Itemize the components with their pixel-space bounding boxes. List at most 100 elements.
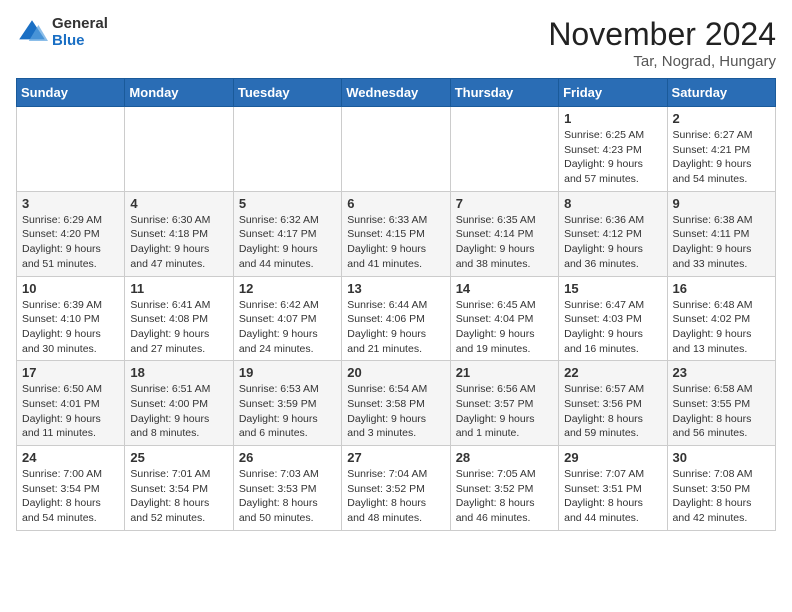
location: Tar, Nograd, Hungary [548,53,776,70]
calendar-cell [17,107,125,192]
calendar-cell: 20 Sunrise: 6:54 AM Sunset: 3:58 PM Dayli… [342,361,450,446]
day-info: Sunrise: 6:32 AM Sunset: 4:17 PM Dayligh… [239,213,336,272]
day-number: 8 [564,196,661,211]
title-block: November 2024 Tar, Nograd, Hungary [548,16,776,70]
day-info: Sunrise: 6:42 AM Sunset: 4:07 PM Dayligh… [239,298,336,357]
day-info: Sunrise: 6:44 AM Sunset: 4:06 PM Dayligh… [347,298,444,357]
weekday-header: Tuesday [233,79,341,107]
day-number: 9 [673,196,770,211]
calendar-cell: 13 Sunrise: 6:44 AM Sunset: 4:06 PM Dayli… [342,276,450,361]
day-info: Sunrise: 6:51 AM Sunset: 4:00 PM Dayligh… [130,382,227,441]
calendar-cell: 9 Sunrise: 6:38 AM Sunset: 4:11 PM Daylig… [667,191,775,276]
day-info: Sunrise: 6:27 AM Sunset: 4:21 PM Dayligh… [673,128,770,187]
day-info: Sunrise: 7:04 AM Sunset: 3:52 PM Dayligh… [347,467,444,526]
calendar-week-row: 24Sunrise: 7:00 AM Sunset: 3:54 PM Dayli… [17,446,776,531]
day-number: 16 [673,281,770,296]
calendar-week-row: 10 Sunrise: 6:39 AM Sunset: 4:10 PM Dayli… [17,276,776,361]
day-number: 18 [130,365,227,380]
day-info: Sunrise: 6:57 AM Sunset: 3:56 PM Dayligh… [564,382,661,441]
day-number: 1 [564,111,661,126]
weekday-header: Thursday [450,79,558,107]
day-number: 26 [239,450,336,465]
day-number: 12 [239,281,336,296]
logo-text: General Blue [52,16,108,49]
weekday-header: Saturday [667,79,775,107]
day-number: 2 [673,111,770,126]
day-info: Sunrise: 6:53 AM Sunset: 3:59 PM Dayligh… [239,382,336,441]
day-number: 27 [347,450,444,465]
day-info: Sunrise: 6:54 AM Sunset: 3:58 PM Dayligh… [347,382,444,441]
day-number: 14 [456,281,553,296]
calendar-cell: 12 Sunrise: 6:42 AM Sunset: 4:07 PM Dayli… [233,276,341,361]
day-info: Sunrise: 7:01 AM Sunset: 3:54 PM Dayligh… [130,467,227,526]
day-number: 5 [239,196,336,211]
day-info: Sunrise: 6:30 AM Sunset: 4:18 PM Dayligh… [130,213,227,272]
day-info: Sunrise: 6:56 AM Sunset: 3:57 PM Dayligh… [456,382,553,441]
calendar-cell [450,107,558,192]
calendar-cell: 28 Sunrise: 7:05 AM Sunset: 3:52 PM Dayli… [450,446,558,531]
day-info: Sunrise: 6:35 AM Sunset: 4:14 PM Dayligh… [456,213,553,272]
month-title: November 2024 [548,16,776,53]
calendar-cell: 27 Sunrise: 7:04 AM Sunset: 3:52 PM Dayli… [342,446,450,531]
calendar-cell [125,107,233,192]
day-number: 28 [456,450,553,465]
calendar-cell: 19Sunrise: 6:53 AM Sunset: 3:59 PM Dayli… [233,361,341,446]
day-number: 17 [22,365,119,380]
day-info: Sunrise: 6:33 AM Sunset: 4:15 PM Dayligh… [347,213,444,272]
day-number: 11 [130,281,227,296]
calendar-cell: 7 Sunrise: 6:35 AM Sunset: 4:14 PM Daylig… [450,191,558,276]
page-header: General Blue November 2024 Tar, Nograd, … [16,16,776,70]
day-number: 29 [564,450,661,465]
calendar-cell: 24Sunrise: 7:00 AM Sunset: 3:54 PM Dayli… [17,446,125,531]
logo-general: General [52,16,108,33]
day-info: Sunrise: 6:25 AM Sunset: 4:23 PM Dayligh… [564,128,661,187]
calendar-cell: 29 Sunrise: 7:07 AM Sunset: 3:51 PM Dayli… [559,446,667,531]
weekday-header: Sunday [17,79,125,107]
weekday-header-row: SundayMondayTuesdayWednesdayThursdayFrid… [17,79,776,107]
calendar-cell: 5 Sunrise: 6:32 AM Sunset: 4:17 PM Daylig… [233,191,341,276]
day-number: 25 [130,450,227,465]
calendar-cell: 6 Sunrise: 6:33 AM Sunset: 4:15 PM Daylig… [342,191,450,276]
calendar-cell: 22 Sunrise: 6:57 AM Sunset: 3:56 PM Dayli… [559,361,667,446]
calendar-cell: 2 Sunrise: 6:27 AM Sunset: 4:21 PM Daylig… [667,107,775,192]
day-info: Sunrise: 6:48 AM Sunset: 4:02 PM Dayligh… [673,298,770,357]
day-number: 4 [130,196,227,211]
calendar-cell: 18 Sunrise: 6:51 AM Sunset: 4:00 PM Dayli… [125,361,233,446]
logo-blue: Blue [52,33,108,50]
calendar-cell: 15Sunrise: 6:47 AM Sunset: 4:03 PM Dayli… [559,276,667,361]
day-number: 15 [564,281,661,296]
weekday-header: Wednesday [342,79,450,107]
day-info: Sunrise: 6:50 AM Sunset: 4:01 PM Dayligh… [22,382,119,441]
day-info: Sunrise: 7:00 AM Sunset: 3:54 PM Dayligh… [22,467,119,526]
calendar-cell: 14Sunrise: 6:45 AM Sunset: 4:04 PM Dayli… [450,276,558,361]
day-info: Sunrise: 7:08 AM Sunset: 3:50 PM Dayligh… [673,467,770,526]
day-number: 10 [22,281,119,296]
day-number: 22 [564,365,661,380]
day-info: Sunrise: 6:39 AM Sunset: 4:10 PM Dayligh… [22,298,119,357]
day-number: 6 [347,196,444,211]
day-number: 30 [673,450,770,465]
day-number: 3 [22,196,119,211]
day-number: 21 [456,365,553,380]
calendar-week-row: 1 Sunrise: 6:25 AM Sunset: 4:23 PM Daylig… [17,107,776,192]
calendar-cell: 8 Sunrise: 6:36 AM Sunset: 4:12 PM Daylig… [559,191,667,276]
day-number: 20 [347,365,444,380]
day-info: Sunrise: 6:36 AM Sunset: 4:12 PM Dayligh… [564,213,661,272]
day-number: 13 [347,281,444,296]
day-info: Sunrise: 6:41 AM Sunset: 4:08 PM Dayligh… [130,298,227,357]
calendar-cell: 4 Sunrise: 6:30 AM Sunset: 4:18 PM Daylig… [125,191,233,276]
calendar-cell: 30 Sunrise: 7:08 AM Sunset: 3:50 PM Dayli… [667,446,775,531]
day-info: Sunrise: 6:38 AM Sunset: 4:11 PM Dayligh… [673,213,770,272]
day-number: 7 [456,196,553,211]
calendar-cell: 1 Sunrise: 6:25 AM Sunset: 4:23 PM Daylig… [559,107,667,192]
calendar-cell: 16 Sunrise: 6:48 AM Sunset: 4:02 PM Dayli… [667,276,775,361]
calendar-cell: 21 Sunrise: 6:56 AM Sunset: 3:57 PM Dayli… [450,361,558,446]
calendar-cell: 23Sunrise: 6:58 AM Sunset: 3:55 PM Dayli… [667,361,775,446]
day-info: Sunrise: 7:07 AM Sunset: 3:51 PM Dayligh… [564,467,661,526]
day-info: Sunrise: 7:05 AM Sunset: 3:52 PM Dayligh… [456,467,553,526]
weekday-header: Friday [559,79,667,107]
calendar-week-row: 17 Sunrise: 6:50 AM Sunset: 4:01 PM Dayli… [17,361,776,446]
day-info: Sunrise: 6:29 AM Sunset: 4:20 PM Dayligh… [22,213,119,272]
calendar-cell: 10 Sunrise: 6:39 AM Sunset: 4:10 PM Dayli… [17,276,125,361]
day-number: 23 [673,365,770,380]
